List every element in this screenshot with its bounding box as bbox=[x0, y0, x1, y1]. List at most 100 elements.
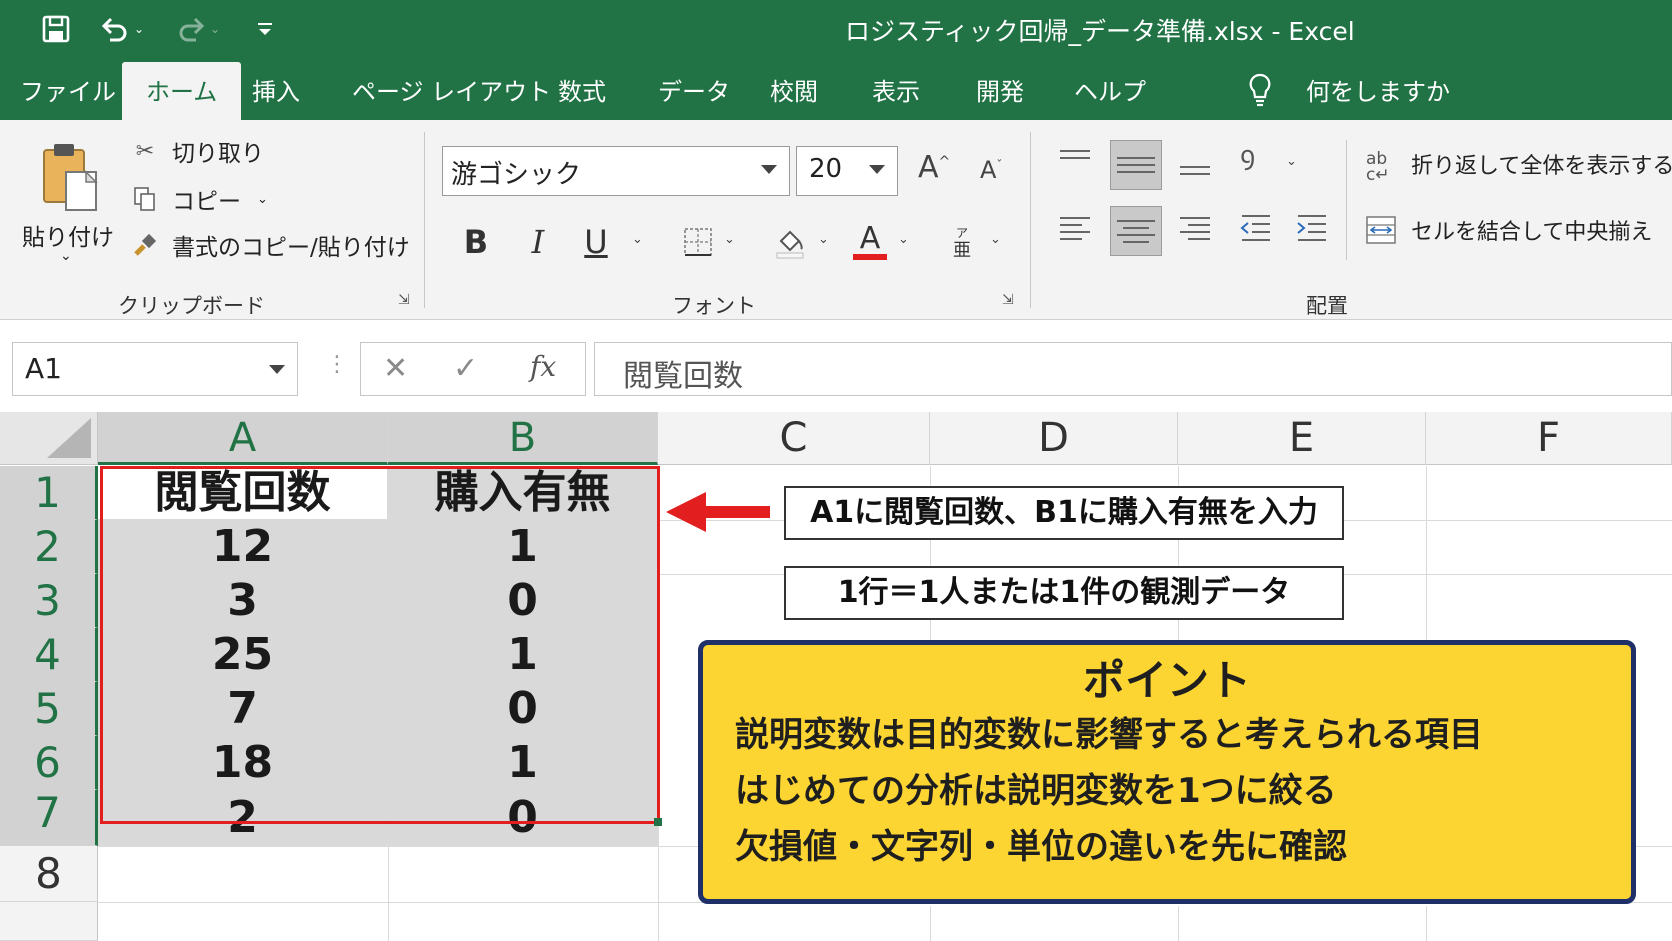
cell-a5[interactable]: 7 bbox=[98, 682, 388, 736]
chevron-down-icon[interactable]: ⌄ bbox=[724, 232, 735, 247]
align-bottom-button[interactable] bbox=[1180, 150, 1220, 190]
font-size-value: 20 bbox=[809, 154, 843, 184]
grow-font-button[interactable]: A^ bbox=[918, 150, 950, 185]
cell-a2[interactable]: 12 bbox=[98, 520, 388, 574]
row-header-2[interactable]: 2 bbox=[0, 520, 98, 574]
cell-a1[interactable]: 閲覧回数 bbox=[98, 466, 388, 520]
window-title: ロジスティック回帰_データ準備.xlsx - Excel bbox=[845, 17, 1355, 46]
cell-b6[interactable]: 1 bbox=[388, 736, 658, 790]
cut-button[interactable]: ✂ 切り取り bbox=[130, 134, 264, 168]
tab-review[interactable]: 校閲 bbox=[770, 72, 818, 107]
borders-button[interactable] bbox=[680, 218, 716, 266]
cell-a6[interactable]: 18 bbox=[98, 736, 388, 790]
cell-a4[interactable]: 25 bbox=[98, 628, 388, 682]
row-header-4[interactable]: 4 bbox=[0, 628, 98, 682]
align-middle-button[interactable] bbox=[1110, 140, 1162, 190]
chevron-down-icon[interactable]: ⌄ bbox=[210, 22, 220, 36]
tab-home[interactable]: ホーム bbox=[122, 62, 242, 120]
wrap-text-button[interactable]: ab c↵ 折り返して全体を表示する bbox=[1366, 148, 1672, 184]
align-left-button[interactable] bbox=[1060, 208, 1100, 248]
chevron-down-icon[interactable]: ⌄ bbox=[60, 248, 72, 264]
increase-indent-button[interactable] bbox=[1294, 208, 1334, 248]
orientation-button[interactable]: ꝯ bbox=[1240, 136, 1280, 176]
chevron-down-icon[interactable]: ⌄ bbox=[632, 232, 643, 247]
save-button[interactable] bbox=[36, 10, 76, 48]
align-right-button[interactable] bbox=[1180, 208, 1220, 248]
column-header-e[interactable]: E bbox=[1178, 412, 1426, 465]
paste-button[interactable]: 貼り付け bbox=[22, 218, 114, 252]
chevron-down-icon[interactable]: ⌄ bbox=[990, 232, 1001, 247]
cell-a3[interactable]: 3 bbox=[98, 574, 388, 628]
row-header-6[interactable]: 6 bbox=[0, 736, 98, 790]
tab-data[interactable]: データ bbox=[658, 72, 730, 107]
align-center-button[interactable] bbox=[1110, 206, 1162, 256]
tab-developer[interactable]: 開発 bbox=[976, 72, 1024, 107]
chevron-down-icon[interactable] bbox=[869, 165, 885, 174]
name-box[interactable]: A1 bbox=[12, 342, 298, 396]
dialog-launcher-icon[interactable]: ⇲ bbox=[1002, 292, 1018, 308]
align-top-button[interactable] bbox=[1060, 134, 1100, 174]
row-header-3[interactable]: 3 bbox=[0, 574, 98, 628]
column-header-a[interactable]: A bbox=[98, 412, 388, 465]
insert-function-button[interactable]: fx bbox=[530, 350, 556, 383]
underline-button[interactable]: U bbox=[578, 218, 614, 266]
italic-button[interactable]: I bbox=[520, 218, 556, 266]
dialog-launcher-icon[interactable]: ⇲ bbox=[398, 292, 414, 308]
chevron-down-icon[interactable] bbox=[761, 165, 777, 174]
lightbulb-icon[interactable] bbox=[1248, 72, 1272, 108]
format-painter-button[interactable]: 書式のコピー/貼り付け bbox=[130, 228, 410, 262]
tab-help[interactable]: ヘルプ bbox=[1074, 72, 1146, 107]
paint-bucket-icon bbox=[776, 230, 804, 259]
font-color-button[interactable]: A bbox=[850, 218, 890, 266]
customize-qat-button[interactable] bbox=[250, 10, 280, 48]
column-header-b[interactable]: B bbox=[388, 412, 658, 465]
redo-icon bbox=[179, 17, 205, 42]
confirm-entry-icon[interactable]: ✓ bbox=[453, 351, 478, 386]
font-name-value: 游ゴシック bbox=[451, 160, 582, 190]
fill-color-button[interactable] bbox=[770, 218, 810, 266]
cancel-entry-icon[interactable]: ✕ bbox=[383, 351, 408, 386]
cell-b3[interactable]: 0 bbox=[388, 574, 658, 628]
row-header-7[interactable]: 7 bbox=[0, 790, 98, 846]
row-header-9[interactable] bbox=[0, 902, 98, 941]
column-header-f[interactable]: F bbox=[1426, 412, 1672, 465]
cell-b7[interactable]: 0 bbox=[388, 790, 658, 846]
cell-b1[interactable]: 購入有無 bbox=[388, 466, 658, 520]
merge-center-button[interactable]: セルを結合して中央揃え ⌄ bbox=[1366, 214, 1672, 250]
chevron-down-icon[interactable]: ⌄ bbox=[818, 232, 829, 247]
fill-handle[interactable] bbox=[654, 818, 662, 826]
select-all-button[interactable] bbox=[0, 412, 98, 465]
cell-b4[interactable]: 1 bbox=[388, 628, 658, 682]
chevron-down-icon[interactable] bbox=[269, 365, 285, 374]
cell-a7[interactable]: 2 bbox=[98, 790, 388, 846]
chevron-down-icon[interactable]: ⌄ bbox=[257, 192, 268, 207]
formula-bar-grip-icon[interactable]: ⋮ bbox=[326, 352, 348, 377]
formula-input[interactable]: 閲覧回数 bbox=[594, 342, 1672, 396]
chevron-down-icon[interactable]: ⌄ bbox=[134, 22, 144, 36]
font-name-combobox[interactable]: 游ゴシック bbox=[442, 146, 790, 196]
tab-page-layout[interactable]: ページ レイアウト bbox=[352, 72, 551, 107]
row-header-5[interactable]: 5 bbox=[0, 682, 98, 736]
tab-view[interactable]: 表示 bbox=[872, 72, 920, 107]
decrease-indent-button[interactable] bbox=[1238, 208, 1278, 248]
copy-button[interactable]: コピー ⌄ bbox=[130, 182, 268, 216]
chevron-down-icon[interactable]: ⌄ bbox=[898, 232, 909, 247]
column-header-d[interactable]: D bbox=[930, 412, 1178, 465]
tell-me-search[interactable]: 何をしますか bbox=[1306, 72, 1450, 107]
undo-button[interactable]: ⌄ bbox=[92, 10, 152, 48]
cell-b2[interactable]: 1 bbox=[388, 520, 658, 574]
tab-file[interactable]: ファイル bbox=[20, 72, 116, 107]
row-header-1[interactable]: 1 bbox=[0, 466, 98, 520]
chevron-down-icon[interactable]: ⌄ bbox=[1286, 154, 1297, 169]
tab-insert[interactable]: 挿入 bbox=[252, 72, 300, 107]
shrink-font-button[interactable]: Aˇ bbox=[980, 156, 1002, 184]
cell-b5[interactable]: 0 bbox=[388, 682, 658, 736]
redo-button[interactable]: ⌄ bbox=[168, 10, 228, 48]
font-size-combobox[interactable]: 20 bbox=[796, 146, 898, 196]
bold-button[interactable]: B bbox=[458, 218, 494, 266]
phonetic-guide-button[interactable]: ア 亜 bbox=[944, 218, 980, 266]
clipboard-icon[interactable] bbox=[40, 138, 104, 218]
tab-formulas[interactable]: 数式 bbox=[558, 72, 606, 107]
row-header-8[interactable]: 8 bbox=[0, 846, 98, 902]
column-header-c[interactable]: C bbox=[658, 412, 930, 465]
